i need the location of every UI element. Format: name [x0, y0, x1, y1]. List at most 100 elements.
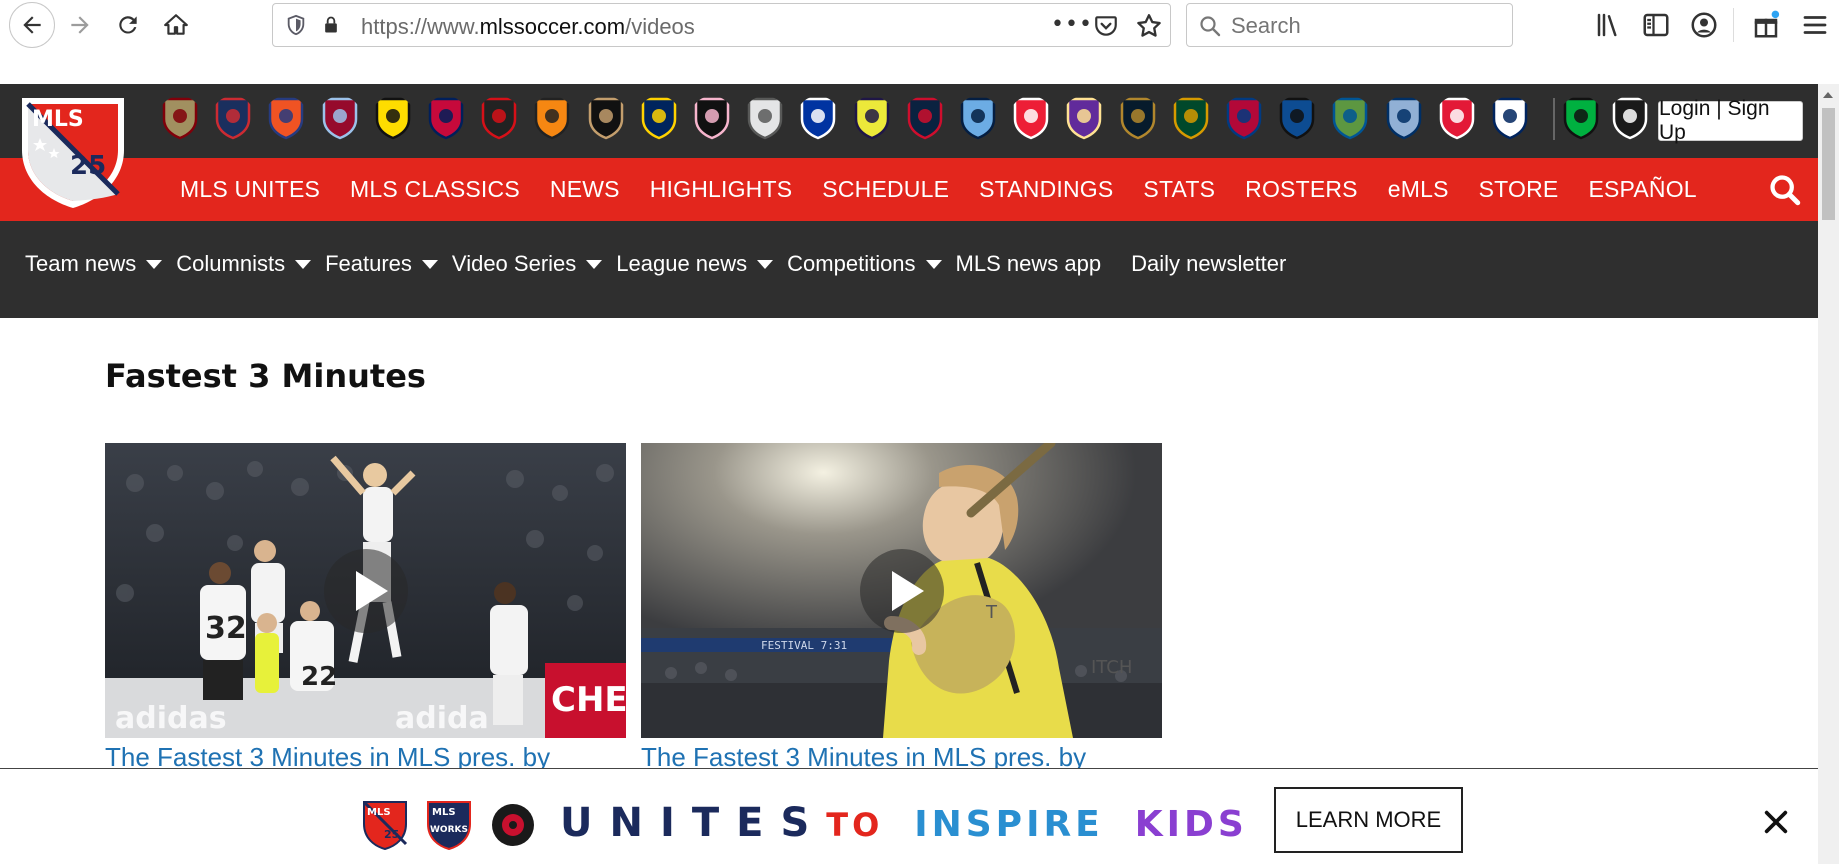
team-crest-icon[interactable] — [1275, 96, 1319, 140]
team-crest-icon[interactable] — [1488, 96, 1532, 140]
team-crest-icon[interactable] — [903, 96, 947, 140]
svg-text:25: 25 — [384, 828, 399, 841]
svg-text:CHE: CHE — [551, 680, 626, 720]
video-card[interactable]: FESTIVAL 7:31 T ITCH The Fastest 3 Minut… — [641, 443, 1162, 773]
main-nav-item[interactable]: STATS — [1143, 176, 1215, 203]
main-nav-item[interactable]: ESPAÑOL — [1588, 176, 1696, 203]
url-text[interactable]: https://www.mlssoccer.com/videos — [361, 14, 695, 40]
dropdown-caret-icon[interactable] — [586, 259, 603, 269]
main-nav-item[interactable]: STORE — [1479, 176, 1559, 203]
login-signup-button[interactable]: Login | Sign Up — [1658, 97, 1803, 144]
forward-arrow-icon[interactable] — [60, 5, 100, 45]
svg-text:MLS: MLS — [432, 807, 456, 818]
team-crest-icon[interactable] — [1009, 96, 1053, 140]
team-crest-icon[interactable] — [637, 96, 681, 140]
sub-nav-item[interactable]: Daily newsletter — [1131, 251, 1286, 277]
dropdown-caret-icon[interactable] — [146, 259, 163, 269]
dropdown-caret-icon[interactable] — [925, 259, 942, 269]
address-bar[interactable]: https://www.mlssoccer.com/videos ••• — [272, 3, 1171, 47]
team-crest-icon[interactable] — [1382, 96, 1426, 140]
mls-25-badge-icon: MLS 25 — [362, 800, 408, 850]
whats-new-gift-icon[interactable] — [1751, 10, 1781, 40]
main-nav-item[interactable]: MLS UNITES — [180, 176, 320, 203]
mls-logo[interactable]: MLS 25 — [18, 96, 128, 210]
sub-nav-item[interactable]: Video Series — [452, 251, 616, 277]
browser-search-input[interactable] — [1231, 12, 1491, 40]
hamburger-menu-icon[interactable] — [1800, 10, 1830, 40]
video-card[interactable]: CHE adidas adida 32 22 The Fastest 3 Min… — [105, 443, 626, 773]
tracking-shield-icon[interactable] — [285, 14, 307, 36]
url-path: /videos — [625, 14, 695, 39]
page-actions-menu-icon[interactable]: ••• — [1051, 12, 1093, 37]
back-arrow-icon[interactable] — [9, 2, 55, 48]
team-crest-icon[interactable] — [1559, 96, 1603, 140]
dropdown-caret-icon[interactable] — [757, 259, 774, 269]
reload-icon[interactable] — [108, 5, 148, 45]
team-crest-icon[interactable] — [743, 96, 787, 140]
mls-works-badge-icon: MLS WORKS — [427, 801, 471, 850]
team-crest-icon[interactable] — [1116, 96, 1160, 140]
account-icon[interactable] — [1689, 10, 1719, 40]
main-navigation: MLS UNITES MLS CLASSICS NEWS HIGHLIGHTS SCHE… — [0, 158, 1818, 221]
sub-nav-item[interactable]: Columnists — [176, 251, 325, 277]
main-nav-item[interactable]: NEWS — [550, 176, 620, 203]
main-nav-item[interactable]: ROSTERS — [1245, 176, 1358, 203]
sub-nav-label: Features — [325, 251, 412, 276]
scroll-up-arrow-icon[interactable] — [1823, 92, 1833, 98]
main-nav-item[interactable]: SCHEDULE — [822, 176, 949, 203]
team-crest-icon[interactable] — [371, 96, 415, 140]
team-crest-icon[interactable] — [318, 96, 362, 140]
sub-nav-item[interactable]: League news — [616, 251, 787, 277]
players-association-badge-icon — [492, 804, 534, 846]
sidebar-icon[interactable] — [1641, 10, 1671, 40]
banner-to-text: TO — [826, 806, 884, 844]
lock-icon[interactable] — [321, 14, 341, 36]
team-crest-icon[interactable] — [1435, 96, 1479, 140]
jersey-number: 22 — [301, 662, 337, 692]
main-nav-item[interactable]: eMLS — [1388, 176, 1449, 203]
sub-nav-item[interactable]: Competitions — [787, 251, 955, 277]
library-icon[interactable] — [1594, 10, 1624, 40]
play-icon[interactable] — [323, 548, 408, 633]
team-crest-icon[interactable] — [584, 96, 628, 140]
sub-nav-item[interactable]: Features — [325, 251, 452, 277]
url-prefix: https://www. — [361, 14, 480, 39]
sub-nav-item[interactable]: Team news — [25, 251, 176, 277]
team-crest-icon[interactable] — [956, 96, 1000, 140]
url-host: mlssoccer.com — [479, 14, 626, 39]
play-icon[interactable] — [859, 548, 944, 633]
sub-nav-item[interactable]: MLS news app — [956, 251, 1102, 277]
team-crest-icon[interactable] — [850, 96, 894, 140]
team-crest-icon[interactable] — [211, 96, 255, 140]
team-crest-icon[interactable] — [477, 96, 521, 140]
toolbar-divider — [1733, 8, 1734, 42]
sub-nav-label: Team news — [25, 251, 137, 276]
video-thumbnail[interactable]: CHE adidas adida 32 22 — [105, 443, 626, 738]
team-crest-icon[interactable] — [690, 96, 734, 140]
main-nav-item[interactable]: STANDINGS — [979, 176, 1113, 203]
learn-more-button[interactable]: LEARN MORE — [1274, 787, 1463, 853]
team-bar-divider — [1553, 98, 1555, 140]
team-crest-icon[interactable] — [424, 96, 468, 140]
dropdown-caret-icon[interactable] — [295, 259, 312, 269]
site-search-icon[interactable] — [1768, 173, 1802, 207]
main-nav-item[interactable]: HIGHLIGHTS — [650, 176, 793, 203]
secondary-navigation: Team news Columnists Features Video Series L… — [0, 221, 1818, 318]
pocket-icon[interactable] — [1093, 13, 1119, 39]
bookmark-star-icon[interactable] — [1135, 12, 1163, 40]
main-nav-item[interactable]: MLS CLASSICS — [350, 176, 520, 203]
close-icon[interactable] — [1762, 808, 1790, 836]
team-crest-icon[interactable] — [1222, 96, 1266, 140]
team-crest-icon[interactable] — [158, 96, 202, 140]
svg-text:T: T — [985, 602, 998, 623]
sub-nav-label: Video Series — [451, 251, 577, 276]
main-nav-list: MLS UNITES MLS CLASSICS NEWS HIGHLIGHTS SCHE… — [180, 158, 1727, 221]
mls-logo-text: MLS — [32, 107, 84, 132]
home-icon[interactable] — [156, 5, 196, 45]
dropdown-caret-icon[interactable] — [421, 259, 438, 269]
scrollbar-thumb[interactable] — [1822, 108, 1835, 220]
team-crest-icon[interactable] — [1169, 96, 1213, 140]
video-thumbnail[interactable]: FESTIVAL 7:31 T ITCH — [641, 443, 1162, 738]
page-title: Fastest 3 Minutes — [105, 357, 426, 395]
browser-search-box[interactable] — [1186, 3, 1513, 47]
